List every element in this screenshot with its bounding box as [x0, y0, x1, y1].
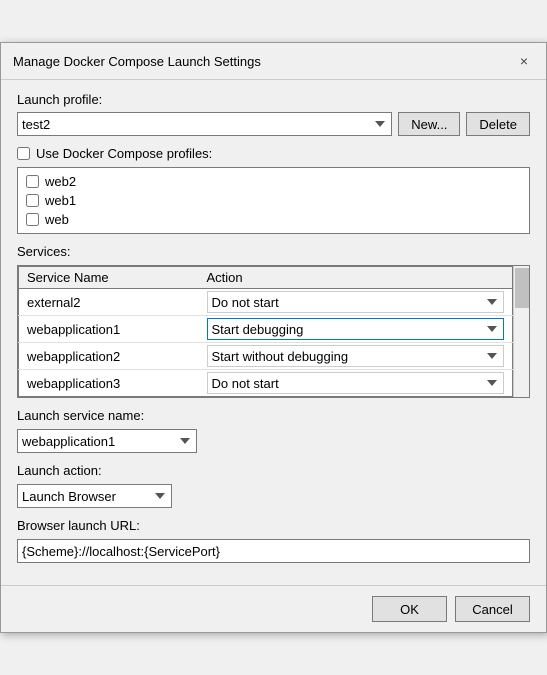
launch-profile-select[interactable]: test2: [17, 112, 392, 136]
service-name-cell: webapplication1: [19, 316, 199, 343]
profile-web2-checkbox[interactable]: [26, 175, 39, 188]
action-cell: Do not start Start debugging Start witho…: [199, 370, 513, 397]
service-name-cell: webapplication2: [19, 343, 199, 370]
launch-service-label: Launch service name:: [17, 408, 530, 423]
profile-item: web2: [26, 172, 521, 191]
use-docker-profiles-checkbox[interactable]: [17, 147, 30, 160]
service-name-cell: webapplication3: [19, 370, 199, 397]
launch-service-select[interactable]: webapplication1: [17, 429, 197, 453]
action-select-external2[interactable]: Do not start Start debugging Start witho…: [207, 291, 505, 313]
action-select-webapplication2[interactable]: Do not start Start debugging Start witho…: [207, 345, 505, 367]
services-label: Services:: [17, 244, 530, 259]
launch-profile-label: Launch profile:: [17, 92, 530, 107]
dialog-footer: OK Cancel: [1, 585, 546, 632]
profile-item: web1: [26, 191, 521, 210]
services-table: Service Name Action external2 Do not sta…: [18, 266, 513, 397]
table-row: webapplication3 Do not start Start debug…: [19, 370, 513, 397]
service-name-cell: external2: [19, 289, 199, 316]
profile-web-checkbox[interactable]: [26, 213, 39, 226]
action-select-webapplication3[interactable]: Do not start Start debugging Start witho…: [207, 372, 505, 394]
action-cell: Do not start Start debugging Start witho…: [199, 343, 513, 370]
table-row: webapplication2 Do not start Start debug…: [19, 343, 513, 370]
profile-web1-checkbox[interactable]: [26, 194, 39, 207]
profile-web1-label: web1: [45, 193, 76, 208]
dialog-title: Manage Docker Compose Launch Settings: [13, 54, 261, 69]
scrollbar-thumb: [515, 268, 529, 308]
profile-web2-label: web2: [45, 174, 76, 189]
table-row: external2 Do not start Start debugging S…: [19, 289, 513, 316]
scrollbar[interactable]: [513, 266, 529, 397]
title-bar: Manage Docker Compose Launch Settings ×: [1, 43, 546, 80]
profile-item: web: [26, 210, 521, 229]
use-docker-profiles-label: Use Docker Compose profiles:: [36, 146, 212, 161]
col-service-name: Service Name: [19, 267, 199, 289]
ok-button[interactable]: OK: [372, 596, 447, 622]
delete-button[interactable]: Delete: [466, 112, 530, 136]
table-row: webapplication1 Do not start Start debug…: [19, 316, 513, 343]
new-button[interactable]: New...: [398, 112, 460, 136]
profiles-box: web2 web1 web: [17, 167, 530, 234]
action-cell: Do not start Start debugging Start witho…: [199, 289, 513, 316]
browser-url-input[interactable]: {Scheme}://localhost:{ServicePort}: [17, 539, 530, 563]
browser-url-label: Browser launch URL:: [17, 518, 530, 533]
close-button[interactable]: ×: [514, 51, 534, 71]
action-cell: Do not start Start debugging Start witho…: [199, 316, 513, 343]
col-action: Action: [199, 267, 513, 289]
services-section: Services: Service Name Action external2: [17, 244, 530, 398]
action-select-webapplication1[interactable]: Do not start Start debugging Start witho…: [207, 318, 505, 340]
launch-action-label: Launch action:: [17, 463, 530, 478]
dialog: Manage Docker Compose Launch Settings × …: [0, 42, 547, 633]
cancel-button[interactable]: Cancel: [455, 596, 530, 622]
profile-web-label: web: [45, 212, 69, 227]
launch-action-select[interactable]: Launch Browser Launch executable Do not …: [17, 484, 172, 508]
